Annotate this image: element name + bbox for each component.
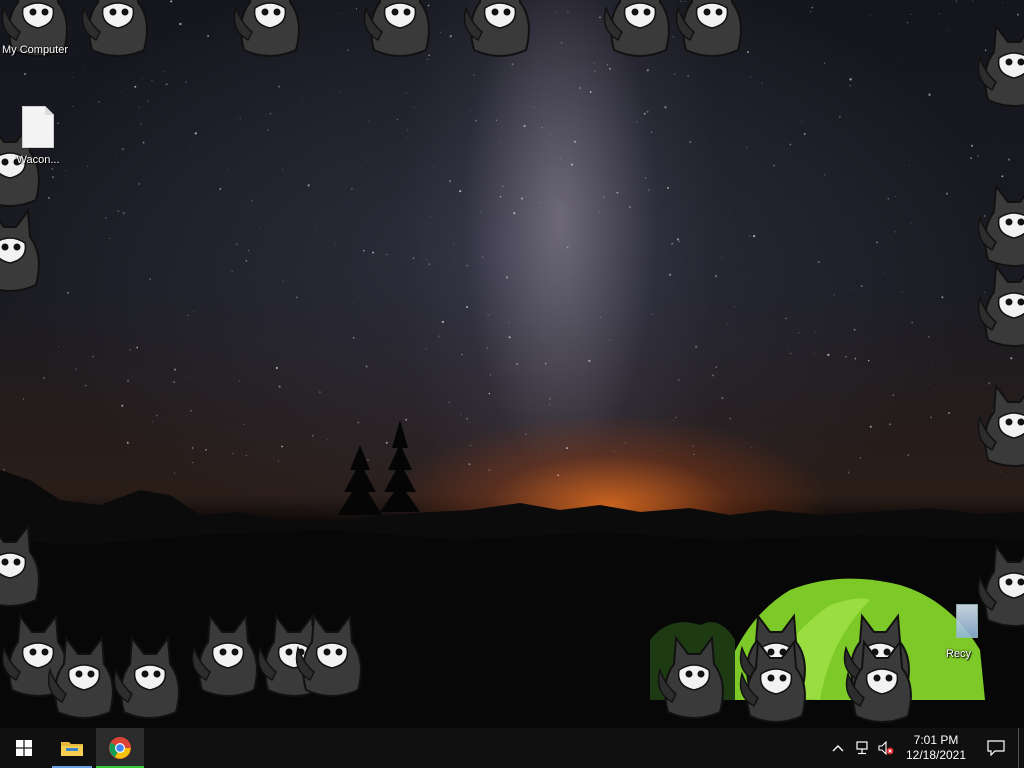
chevron-up-icon[interactable] — [826, 728, 850, 768]
network-icon[interactable] — [850, 728, 874, 768]
taskbar: 7:01 PM 12/18/2021 — [0, 728, 1024, 768]
windows-logo-icon — [16, 740, 32, 756]
start-button[interactable] — [0, 728, 48, 768]
system-tray: 7:01 PM 12/18/2021 — [826, 728, 1024, 768]
clock-date: 12/18/2021 — [905, 748, 967, 762]
clock-time: 7:01 PM — [913, 733, 959, 747]
desktop-icon-label: My Computer — [2, 44, 69, 56]
folder-icon — [61, 742, 83, 756]
desktop-icon-recycle-bin[interactable]: Recy — [940, 604, 1024, 661]
show-desktop-button[interactable] — [1018, 728, 1024, 768]
volume-muted-icon[interactable] — [874, 728, 898, 768]
action-center-button[interactable] — [974, 728, 1018, 768]
recycle-bin-icon — [956, 604, 978, 638]
taskbar-file-explorer[interactable] — [48, 728, 96, 768]
desktop-icon-label: Recy — [946, 648, 972, 660]
wolf-critter-overlay — [0, 0, 1024, 723]
action-center-icon — [987, 740, 1005, 756]
blank-file-icon — [22, 106, 54, 148]
desktop[interactable]: My Computer Wacon... Recy — [0, 0, 1024, 728]
desktop-icon-my-computer[interactable]: My Computer — [0, 44, 78, 57]
desktop-icon-file[interactable]: Wacon... — [0, 106, 76, 167]
desktop-icon-label: Wacon... — [16, 154, 60, 166]
taskbar-clock[interactable]: 7:01 PM 12/18/2021 — [898, 733, 974, 763]
taskbar-google-chrome[interactable] — [96, 728, 144, 768]
chrome-icon — [109, 737, 131, 759]
